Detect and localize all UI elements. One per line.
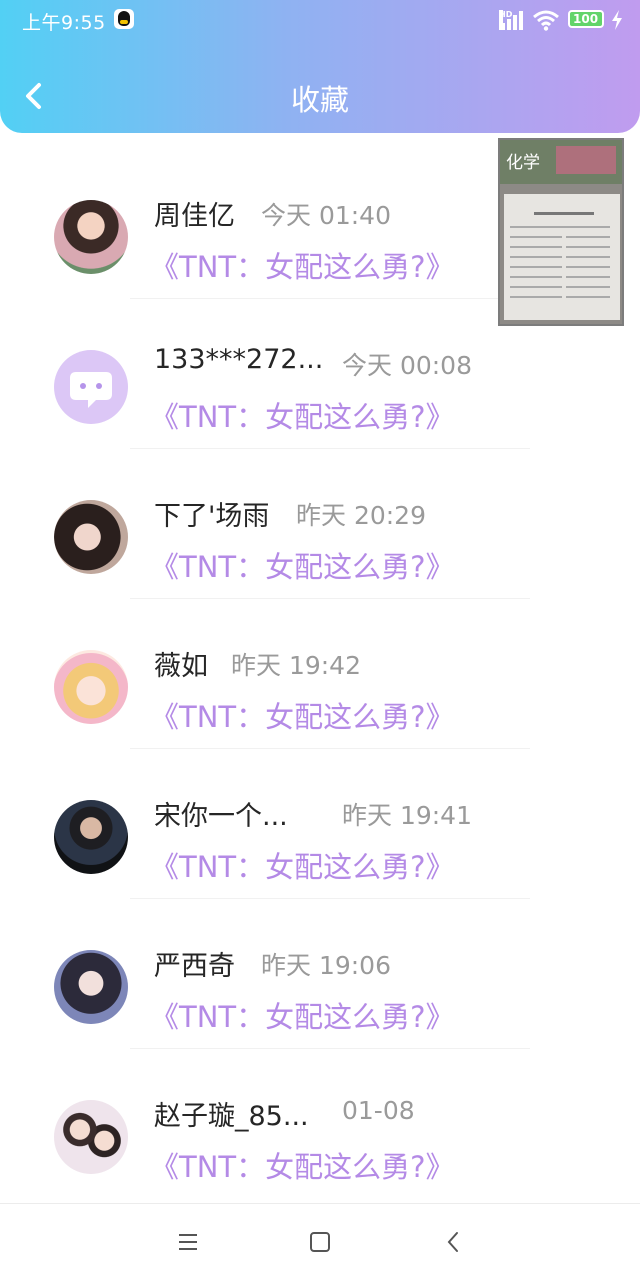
page-title: 收藏 — [290, 83, 349, 117]
menu-icon[interactable] — [176, 1230, 200, 1254]
book-title[interactable]: 《TNT：女配这么勇?》 — [150, 994, 455, 1036]
book-title[interactable]: 《TNT：女配这么勇?》 — [150, 544, 455, 586]
charging-icon — [612, 10, 622, 30]
list-item[interactable]: 下了'场雨 昨天 20:29 《TNT：女配这么勇?》 — [0, 450, 640, 600]
favorite-time: 01-08 — [342, 1096, 415, 1125]
user-name: 下了'场雨 — [154, 501, 270, 532]
favorite-time: 昨天 19:06 — [261, 951, 391, 980]
battery-level: 100 — [573, 12, 599, 26]
user-name: 周佳亿 — [154, 201, 235, 232]
back-icon[interactable] — [442, 1230, 466, 1254]
favorite-time: 今天 00:08 — [342, 351, 472, 380]
floating-window-label: 化学 — [506, 153, 540, 173]
list-item[interactable]: 宋你一个... 昨天 19:41 《TNT：女配这么勇?》 — [0, 750, 640, 900]
book-title[interactable]: 《TNT：女配这么勇?》 — [150, 1144, 455, 1186]
signal-icon: HD — [499, 10, 525, 30]
divider — [130, 748, 530, 749]
chat-bubble-icon — [70, 372, 112, 408]
book-title[interactable]: 《TNT：女配这么勇?》 — [150, 694, 455, 736]
user-name: 133***272... — [154, 344, 324, 375]
avatar[interactable] — [54, 950, 128, 1024]
book-title[interactable]: 《TNT：女配这么勇?》 — [150, 844, 455, 886]
status-bar: 上午9:55 HD 100 — [0, 0, 640, 40]
user-name: 薇如 — [154, 651, 208, 682]
user-name: 赵子璇_85... — [154, 1101, 309, 1132]
avatar[interactable] — [54, 800, 128, 874]
list-item[interactable]: 薇如 昨天 19:42 《TNT：女配这么勇?》 — [0, 600, 640, 750]
book-title[interactable]: 《TNT：女配这么勇?》 — [150, 394, 455, 436]
list-item[interactable]: 严西奇 昨天 19:06 《TNT：女配这么勇?》 — [0, 900, 640, 1050]
divider — [130, 598, 530, 599]
divider — [130, 448, 530, 449]
favorite-time: 昨天 19:42 — [231, 651, 361, 680]
divider — [130, 298, 530, 299]
avatar[interactable] — [54, 500, 128, 574]
favorite-time: 昨天 20:29 — [296, 501, 426, 530]
battery-icon: 100 — [568, 10, 604, 28]
favorite-time: 今天 01:40 — [261, 201, 391, 230]
user-name: 严西奇 — [154, 951, 235, 982]
avatar[interactable] — [54, 200, 128, 274]
header-bar: 上午9:55 HD 100 收藏 — [0, 0, 640, 133]
book-title[interactable]: 《TNT：女配这么勇?》 — [150, 244, 455, 286]
favorite-time: 昨天 19:41 — [342, 801, 472, 830]
avatar[interactable] — [54, 350, 128, 424]
wifi-icon — [533, 10, 559, 31]
list-item[interactable]: 赵子璇_85... 01-08 《TNT：女配这么勇?》 — [0, 1050, 640, 1200]
avatar[interactable] — [54, 650, 128, 724]
avatar[interactable] — [54, 1100, 128, 1174]
home-icon[interactable] — [308, 1230, 332, 1254]
status-time: 上午9:55 — [22, 12, 106, 34]
divider — [130, 898, 530, 899]
qq-icon — [114, 9, 134, 29]
divider — [130, 1048, 530, 1049]
floating-video-window[interactable]: 化学 — [498, 138, 624, 326]
user-name: 宋你一个... — [154, 801, 288, 832]
system-nav-bar — [0, 1203, 640, 1281]
